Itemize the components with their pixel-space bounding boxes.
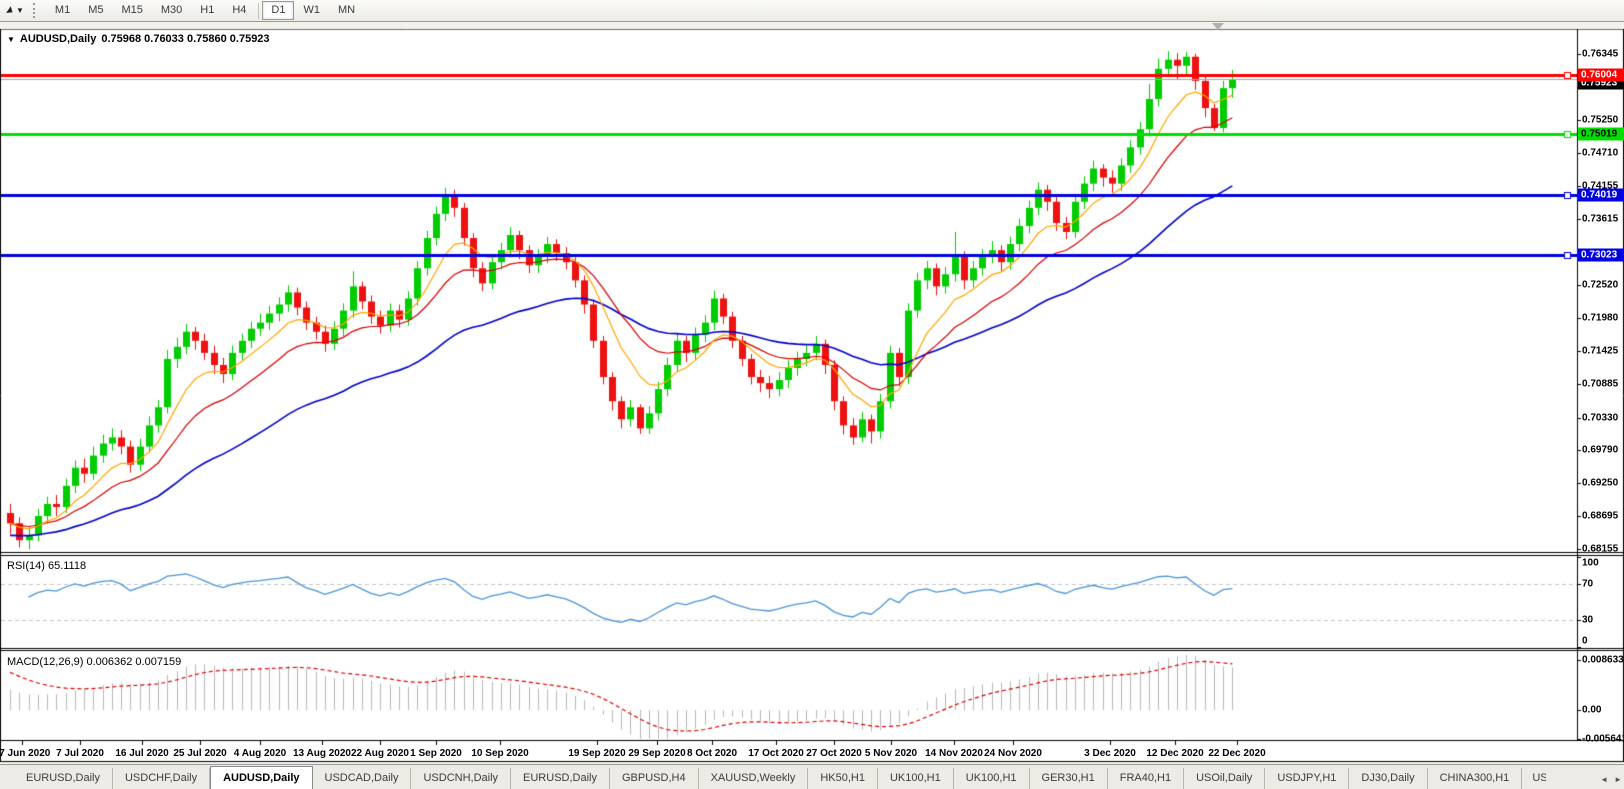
date-axis-label: 16 Jul 2020 [115, 748, 169, 759]
date-axis-label: 8 Oct 2020 [686, 748, 738, 759]
rsi-scale-label: 100 [1582, 557, 1599, 569]
date-axis-label: 1 Sep 2020 [410, 748, 462, 759]
rsi-scale-label: 70 [1582, 578, 1594, 590]
date-axis-label: 12 Dec 2020 [1146, 748, 1204, 759]
rsi-scale-label: 0 [1582, 635, 1588, 647]
date-axis-label: 4 Aug 2020 [233, 748, 287, 759]
price-axis-label: 0.71425 [1582, 345, 1619, 357]
mt4-window: ▼ M1M5M15M30H1H4D1W1MN ▼ AUDUSD,Daily 0.… [0, 0, 1624, 789]
price-axis-label: 0.70330 [1582, 412, 1619, 424]
hline-price-tag: 0.73023 [1578, 248, 1624, 262]
chart-title: ▼ AUDUSD,Daily 0.75968 0.76033 0.75860 0… [7, 33, 270, 45]
date-axis-label: 19 Sep 2020 [568, 748, 626, 759]
date-axis-label: 22 Dec 2020 [1208, 748, 1266, 759]
price-axis-label: 0.68695 [1582, 510, 1619, 522]
price-axis-label: 0.74710 [1582, 147, 1619, 159]
scroll-to-end-marker-icon [1212, 23, 1224, 30]
price-axis-label: 0.70885 [1582, 378, 1619, 390]
rsi-scale-label: 30 [1582, 614, 1594, 626]
price-axis-label: 0.68155 [1582, 543, 1619, 555]
macd-scale-label: 0.00 [1582, 704, 1602, 716]
chart-ohlc-values: 0.75968 0.76033 0.75860 0.75923 [101, 33, 270, 45]
date-axis-label: 29 Sep 2020 [628, 748, 686, 759]
price-axis-label: 0.69250 [1582, 477, 1619, 489]
date-axis-label: 10 Sep 2020 [471, 748, 529, 759]
date-axis-label: 14 Nov 2020 [925, 748, 983, 759]
date-axis-label: 13 Aug 2020 [293, 748, 351, 759]
date-axis-label: 3 Dec 2020 [1084, 748, 1136, 759]
chart-dropdown-icon[interactable]: ▼ [7, 35, 15, 44]
date-axis-label: 27 Oct 2020 [806, 748, 862, 759]
price-axis-label: 0.72520 [1582, 279, 1619, 291]
rsi-panel-label: RSI(14) 65.1118 [7, 560, 87, 572]
macd-panel-label: MACD(12,26,9) 0.006362 0.007159 [7, 656, 182, 668]
macd-scale-label: -0.005641 [1582, 733, 1624, 745]
price-axis-label: 0.73615 [1582, 213, 1619, 225]
date-axis-label: 22 Aug 2020 [351, 748, 409, 759]
date-axis-label: 5 Nov 2020 [864, 748, 918, 759]
price-axis-label: 0.75250 [1582, 114, 1619, 126]
date-axis-label: 24 Nov 2020 [984, 748, 1042, 759]
date-axis-label: 7 Jul 2020 [56, 748, 104, 759]
hline-price-tag: 0.76004 [1578, 68, 1624, 82]
chart-canvas[interactable] [0, 0, 1624, 789]
date-axis-label: 25 Jul 2020 [173, 748, 227, 759]
hline-price-tag: 0.74019 [1578, 188, 1624, 202]
price-axis-label: 0.69790 [1582, 444, 1619, 456]
macd-scale-label: 0.008633 [1582, 654, 1624, 666]
date-axis-label: 17 Oct 2020 [748, 748, 804, 759]
hline-price-tag: 0.75019 [1578, 127, 1624, 141]
date-axis-label: 27 Jun 2020 [0, 748, 51, 759]
price-axis-label: 0.71980 [1582, 312, 1619, 324]
price-axis-label: 0.76345 [1582, 48, 1619, 60]
chart-symbol-label: AUDUSD,Daily [19, 33, 97, 45]
